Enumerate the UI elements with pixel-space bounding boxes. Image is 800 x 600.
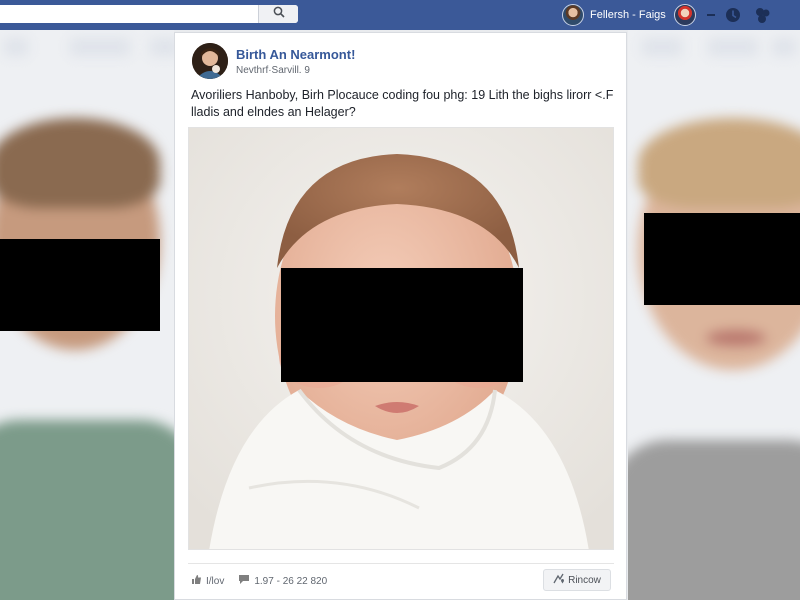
avatar	[562, 4, 584, 26]
share-icon	[553, 573, 565, 587]
post-author-avatar[interactable]	[192, 43, 228, 79]
censor-bar	[281, 268, 523, 382]
left-blurred-panel	[0, 30, 174, 600]
search-icon	[273, 5, 285, 23]
messages-icon[interactable]	[724, 6, 742, 24]
like-button[interactable]: I/lov	[191, 574, 224, 588]
right-blurred-panel	[628, 30, 800, 600]
post-timestamp: Nevthrf·Sarvill. 9	[236, 65, 310, 76]
share-label: Rincow	[568, 574, 601, 586]
profile-name: Fellersh - Faigs	[590, 9, 666, 21]
post-photo[interactable]	[188, 127, 614, 550]
profile-link[interactable]: Fellersh - Faigs	[562, 3, 666, 27]
censor-bar	[644, 213, 800, 305]
notifications-icon[interactable]	[754, 6, 772, 24]
like-label: I/lov	[206, 575, 225, 587]
comment-stats[interactable]: 1.97 - 26 22 820	[238, 574, 327, 588]
search-button[interactable]	[258, 5, 298, 23]
like-icon	[191, 574, 202, 588]
secondary-avatar[interactable]	[674, 4, 696, 26]
post-title[interactable]: Birth An Nearmont!	[236, 47, 355, 62]
friends-icon[interactable]	[702, 6, 720, 24]
top-navigation-bar: Fellersh - Faigs	[0, 0, 800, 30]
search-input[interactable]	[0, 5, 298, 23]
stats-label: 1.97 - 26 22 820	[254, 575, 328, 587]
divider	[188, 563, 614, 564]
post-reactions: I/lov 1.97 - 26 22 820	[191, 574, 341, 588]
post-body-text: Avoriliers Hanboby, Birh Plocauce coding…	[191, 88, 614, 119]
comment-icon	[238, 574, 250, 588]
censor-bar	[0, 239, 160, 331]
post-card: Birth An Nearmont! Nevthrf·Sarvill. 9 Av…	[174, 32, 627, 600]
share-button[interactable]: Rincow	[543, 569, 611, 591]
